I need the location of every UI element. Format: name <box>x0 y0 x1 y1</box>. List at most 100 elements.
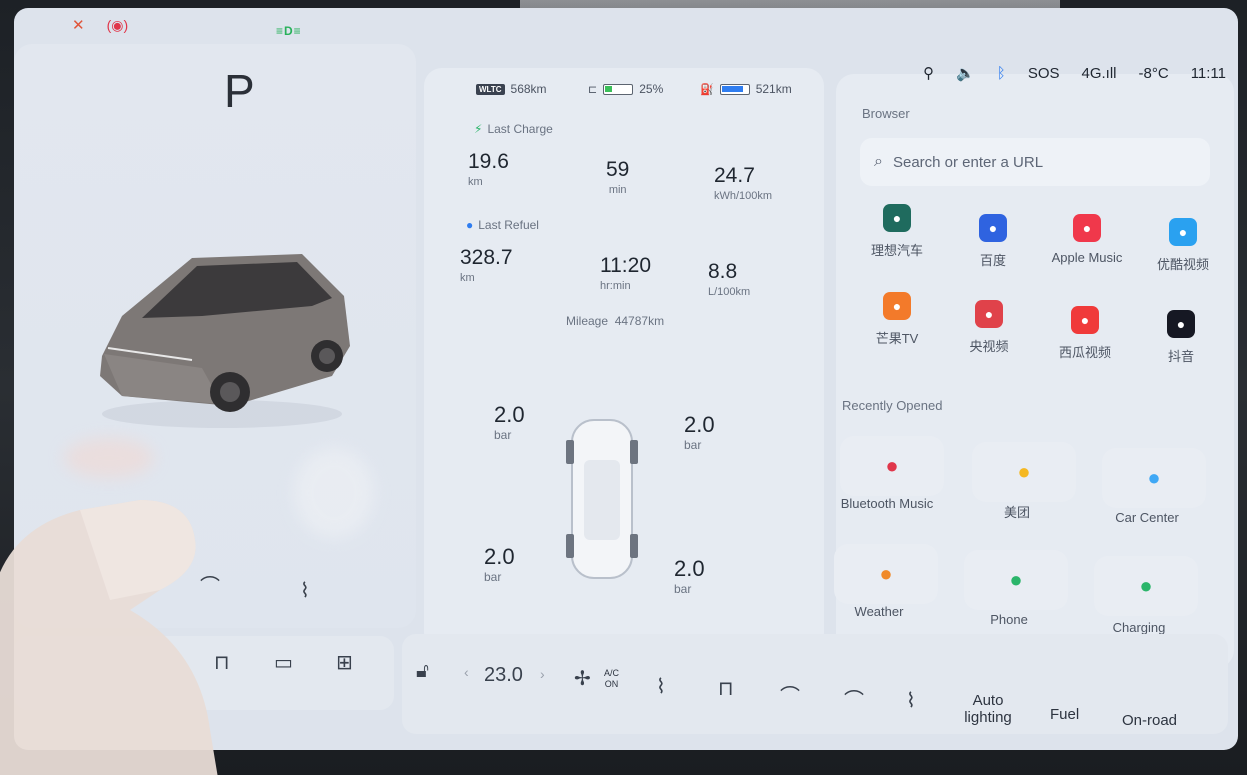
user-finger <box>0 500 218 775</box>
wrench-icon[interactable]: ✕ <box>72 16 85 34</box>
xigua-icon: ● <box>1071 306 1099 334</box>
outside-temperature: -8°C <box>1138 64 1169 82</box>
fan-icon[interactable]: ✢ <box>574 666 591 691</box>
app-label: 芒果TV <box>875 331 919 346</box>
recent-phone[interactable]: ● <box>964 550 1068 610</box>
app-label: 理想汽车 <box>870 243 923 258</box>
fuel-range: ⛽ 521km <box>700 82 792 96</box>
youku-icon: ● <box>1169 218 1197 246</box>
fuel-gauge-icon <box>719 83 750 95</box>
chassis-diagram <box>566 419 638 579</box>
location-pin-icon: ⚲ <box>923 65 935 82</box>
app-label: 抖音 <box>1167 349 1194 364</box>
seat-control-icon[interactable]: ▭ <box>274 650 293 675</box>
charge-port-icon[interactable]: ⌇ <box>906 688 916 713</box>
recent-bluetooth-music[interactable]: ● <box>840 436 944 496</box>
last-charge-consumption: 24.7 kWh/100km <box>714 164 773 202</box>
tire-rear-left: 2.0 bar <box>484 544 515 584</box>
charging-icon: ● <box>1139 573 1153 598</box>
volume-icon[interactable]: 🔈 <box>956 64 975 82</box>
temp-increase-icon[interactable]: › <box>540 666 545 682</box>
lightning-icon: ⚡ <box>474 122 483 136</box>
battery-icon <box>603 83 634 95</box>
app-mango-tv[interactable]: ● 芒果TV <box>852 292 942 347</box>
reflection <box>294 448 374 538</box>
bluetooth-music-icon: ● <box>885 453 899 478</box>
app-youku[interactable]: ● 优酷视频 <box>1138 218 1228 273</box>
car-center-icon: ● <box>1147 465 1161 490</box>
app-label: 百度 <box>979 253 1006 268</box>
recent-label: Charging <box>1112 620 1166 635</box>
last-refuel-distance: 328.7 km <box>460 246 513 284</box>
app-label: 优酷视频 <box>1156 257 1209 272</box>
tire-front-right: 2.0 bar <box>684 412 715 452</box>
app-baidu[interactable]: ● 百度 <box>948 214 1038 269</box>
clock: 11:11 <box>1190 64 1226 82</box>
search-icon: ⌕ <box>874 153 883 170</box>
recent-label: Car Center <box>1115 510 1179 525</box>
app-label: 央视频 <box>969 339 1009 354</box>
battery-level: ⊏ 25% <box>588 82 664 96</box>
rear-door-icon[interactable]: ⌒ <box>844 684 864 713</box>
browser-title: Browser <box>862 106 910 121</box>
app-label: Apple Music <box>1051 250 1123 265</box>
network-indicator: 4G.ıll <box>1081 64 1117 82</box>
last-refuel-duration: 11:20 hr:min <box>600 254 651 292</box>
fuel-pump-icon: ⛽ <box>700 83 714 96</box>
app-cctv-video[interactable]: ● 央视频 <box>944 300 1034 355</box>
brake-warning-icon[interactable]: (◉) <box>107 17 129 34</box>
recent-car-center[interactable]: ● <box>1102 448 1206 508</box>
recent-label: Phone <box>990 612 1028 627</box>
status-right: ⚲ 🔈 ᛒ SOS 4G.ıll -8°C 11:11 <box>923 64 1226 83</box>
last-charge-duration: 59 min <box>606 158 630 196</box>
front-trunk-icon[interactable]: ⌒ <box>780 680 800 709</box>
tire-rear-right: 2.0 bar <box>674 556 705 596</box>
plug-icon: ⊏ <box>588 83 598 96</box>
sos-button[interactable]: SOS <box>1028 65 1060 82</box>
unlock-icon[interactable]: 🔓︎ <box>416 660 429 683</box>
app-li-auto[interactable]: ● 理想汽车 <box>852 204 942 259</box>
mileage: Mileage 44787km <box>566 314 665 328</box>
weather-icon: ● <box>879 561 893 586</box>
last-refuel-consumption: 8.8 L/100km <box>708 260 751 298</box>
last-refuel-heading: ● Last Refuel <box>466 218 539 232</box>
charge-port-icon[interactable]: ⌇ <box>300 578 310 603</box>
fuel-mode-button[interactable]: Fuel <box>1050 706 1079 723</box>
temperature-setting[interactable]: 23.0 <box>484 664 523 687</box>
phone-icon: ● <box>1009 567 1023 592</box>
auto-lighting-button[interactable]: Auto lighting <box>958 692 1018 726</box>
app-douyin[interactable]: ● 抖音 <box>1136 310 1226 365</box>
last-charge-distance: 19.6 km <box>468 150 509 188</box>
apps-grid-icon[interactable]: ⊞ <box>336 650 353 675</box>
headlight-indicator-icon: ≡D≡ <box>276 24 302 38</box>
ac-status[interactable]: A/C ON <box>604 668 619 690</box>
douyin-icon: ● <box>1167 310 1195 338</box>
search-placeholder: Search or enter a URL <box>892 153 1044 171</box>
tire-front-left: 2.0 bar <box>494 402 525 442</box>
recent-charging[interactable]: ● <box>1094 556 1198 616</box>
browser-search-input[interactable]: ⌕ Search or enter a URL <box>860 138 1210 186</box>
baidu-icon: ● <box>979 214 1007 242</box>
apple-music-icon: ● <box>1073 214 1101 242</box>
recent-label: Bluetooth Music <box>840 496 934 511</box>
on-road-mode-button[interactable]: On-road <box>1122 712 1177 729</box>
li-auto-icon: ● <box>883 204 911 232</box>
bluetooth-icon[interactable]: ᛒ <box>997 65 1006 82</box>
app-label: 西瓜视频 <box>1058 345 1111 360</box>
recent-meituan[interactable]: ● <box>972 442 1076 502</box>
wltc-range: WLTC 568km <box>476 82 547 96</box>
cctv-video-icon: ● <box>975 300 1003 328</box>
car-image[interactable] <box>82 236 362 436</box>
app-xigua[interactable]: ● 西瓜视频 <box>1040 306 1130 361</box>
mango-tv-icon: ● <box>883 292 911 320</box>
temp-decrease-icon[interactable]: ‹ <box>464 664 469 680</box>
recent-weather[interactable]: ● <box>834 544 938 604</box>
bottom-dock <box>402 634 1228 734</box>
app-apple-music[interactable]: ● Apple Music <box>1042 214 1132 265</box>
rear-defrost-icon[interactable]: ⊓ <box>718 676 734 701</box>
droplet-icon: ● <box>466 218 474 232</box>
recent-label: 美团 <box>1003 505 1030 520</box>
meituan-icon: ● <box>1017 459 1031 484</box>
seat-heat-icon[interactable]: ⌇ <box>656 674 666 699</box>
last-charge-heading: ⚡ Last Charge <box>474 122 553 136</box>
